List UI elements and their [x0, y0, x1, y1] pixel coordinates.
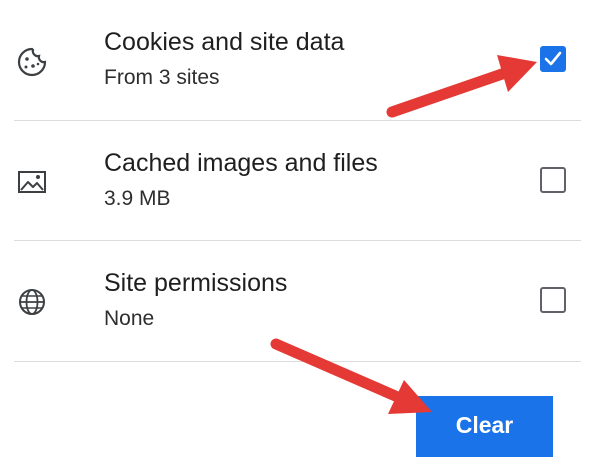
option-cookies[interactable]: Cookies and site data From 3 sites [0, 0, 600, 120]
option-title: Cached images and files [104, 149, 378, 177]
option-subtitle: From 3 sites [104, 66, 220, 89]
cookies-checkbox[interactable] [540, 46, 566, 72]
site-permissions-checkbox[interactable] [540, 287, 566, 313]
option-title: Cookies and site data [104, 28, 345, 56]
globe-icon [14, 284, 50, 320]
divider [14, 361, 581, 362]
option-title: Site permissions [104, 269, 288, 297]
option-subtitle: 3.9 MB [104, 187, 171, 210]
option-site-permissions[interactable]: Site permissions None [0, 241, 600, 361]
clear-button[interactable]: Clear [416, 396, 553, 457]
option-subtitle: None [104, 307, 155, 330]
image-icon [14, 164, 50, 200]
checkmark-icon [544, 51, 562, 66]
cached-images-checkbox[interactable] [540, 167, 566, 193]
cookie-icon [14, 44, 50, 80]
option-cached-images[interactable]: Cached images and files 3.9 MB [0, 121, 600, 241]
